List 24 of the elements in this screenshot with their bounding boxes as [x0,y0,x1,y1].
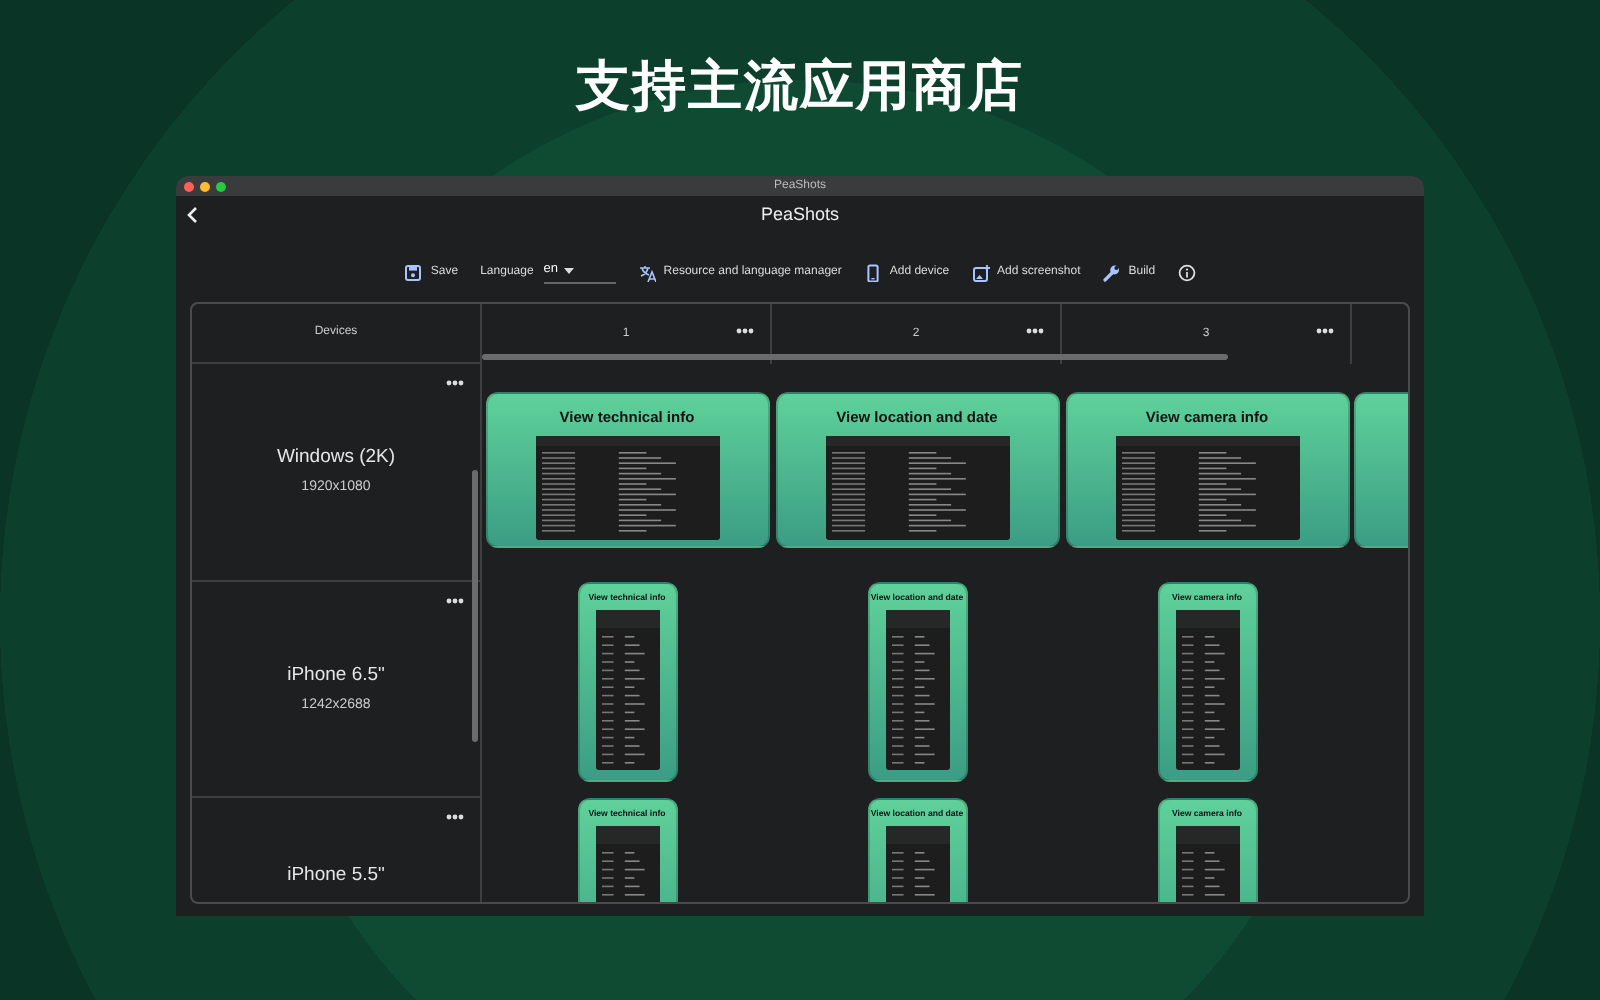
more-icon[interactable] [1316,328,1334,334]
more-icon[interactable] [446,598,464,604]
device-name: iPhone 5.5" [287,862,385,891]
scrollbar[interactable] [482,354,1228,360]
info-icon[interactable] [1177,263,1196,281]
zoom-button[interactable] [216,181,226,191]
more-icon[interactable] [446,814,464,820]
page-title: PeaShots [760,202,840,229]
wrench-icon [1102,263,1121,281]
more-icon[interactable] [1026,328,1044,334]
back-icon[interactable] [186,206,198,224]
headline: 支持主流应用商店 [576,53,1024,122]
scrollbar[interactable] [472,470,478,742]
translate-icon [637,263,656,281]
more-icon[interactable] [446,380,464,386]
phone-icon [863,263,882,281]
close-button[interactable] [184,181,194,191]
more-icon[interactable] [736,328,754,334]
save-icon [404,263,423,281]
caret-icon [564,267,575,273]
device-name: iPhone 6.5" [287,661,385,690]
add-image-icon [971,263,990,281]
device-name: Windows (2K) [276,444,396,473]
minimize-button[interactable] [200,181,210,191]
